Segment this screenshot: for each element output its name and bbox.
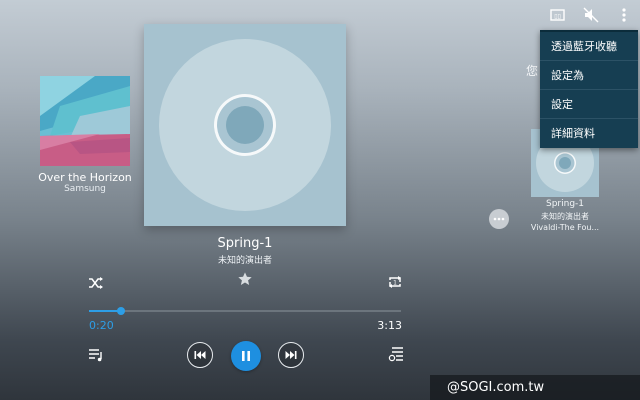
total-time: 3:13 [377, 319, 402, 332]
repeat-one-icon[interactable]: 1 [386, 274, 404, 290]
elapsed-time: 0:20 [89, 319, 114, 332]
cast-icon[interactable]: ▯▯ [546, 6, 570, 24]
next-track-title: Spring-1 [545, 199, 585, 209]
next-track-album: Vivaldi-The Fou... [530, 223, 600, 232]
shuffle-icon[interactable] [87, 275, 105, 291]
favorite-star-icon[interactable] [237, 271, 253, 287]
menu-item-settings[interactable]: 設定 [540, 90, 638, 119]
watermark: @SOGI.com.tw [430, 375, 640, 400]
seek-track[interactable] [89, 310, 401, 312]
menu-item-bluetooth-listen[interactable]: 透過藍牙收聽 [540, 32, 638, 61]
more-options-icon[interactable] [489, 209, 509, 229]
previous-button[interactable] [187, 342, 213, 368]
menu-item-details[interactable]: 詳細資料 [540, 119, 638, 148]
overflow-menu-icon[interactable] [612, 6, 636, 24]
seek-thumb[interactable] [117, 307, 125, 315]
skip-previous-icon [194, 351, 206, 359]
previous-album-art[interactable] [40, 76, 130, 166]
previous-track-artist: Samsung [64, 184, 106, 194]
queue-add-icon[interactable] [387, 346, 405, 362]
skip-next-icon [285, 351, 297, 359]
next-section-partial-text: 您 [526, 64, 539, 78]
overflow-menu: 透過藍牙收聽 設定為 設定 詳細資料 [540, 30, 638, 148]
pause-icon [242, 351, 250, 361]
svg-text:▯▯: ▯▯ [554, 13, 561, 20]
current-album-art[interactable] [144, 24, 346, 226]
current-track-title: Spring-1 [217, 236, 273, 251]
menu-item-set-as[interactable]: 設定為 [540, 61, 638, 90]
svg-text:1: 1 [393, 280, 397, 287]
previous-track-title: Over the Horizon [38, 171, 132, 184]
next-track-artist: 未知的演出者 [541, 212, 589, 221]
current-track-artist: 未知的演出者 [217, 256, 272, 266]
next-button[interactable] [278, 342, 304, 368]
playlist-music-icon[interactable] [87, 347, 105, 363]
pause-button[interactable] [231, 341, 261, 371]
mute-icon[interactable] [579, 6, 603, 24]
